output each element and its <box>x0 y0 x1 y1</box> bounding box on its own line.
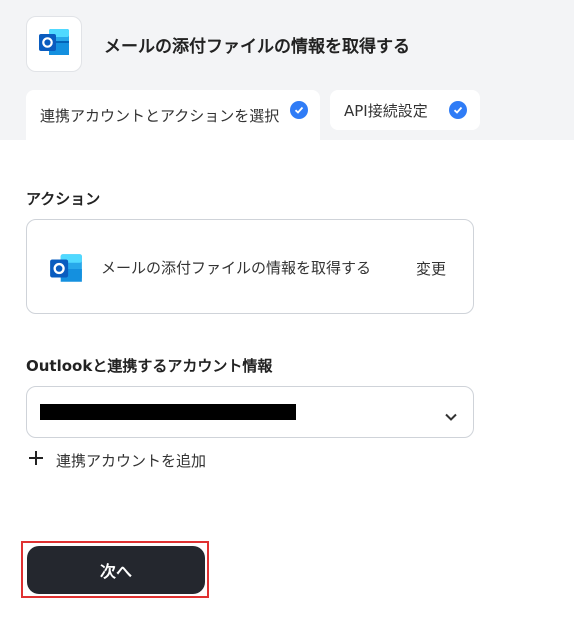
tab-account-action[interactable]: 連携アカウントとアクションを選択 <box>26 90 320 140</box>
next-button-highlight: 次へ <box>21 541 209 598</box>
account-section-label: Outlookと連携するアカウント情報 <box>26 357 273 375</box>
check-icon <box>449 101 467 119</box>
outlook-icon <box>37 25 71 63</box>
tab-api-settings[interactable]: API接続設定 <box>330 90 480 130</box>
tab-label: API接続設定 <box>344 101 428 120</box>
redacted-account-value <box>40 404 296 420</box>
plus-icon <box>28 450 44 470</box>
action-name: メールの添付ファイルの情報を取得する <box>101 259 372 277</box>
add-account-button[interactable]: 連携アカウントを追加 <box>28 448 206 472</box>
next-button[interactable]: 次へ <box>27 546 205 594</box>
check-icon <box>290 101 308 119</box>
outlook-icon <box>47 250 85 290</box>
tab-label: 連携アカウントとアクションを選択 <box>40 106 280 125</box>
add-account-label: 連携アカウントを追加 <box>56 451 207 470</box>
change-action-button[interactable]: 変更 <box>416 258 446 279</box>
account-select[interactable] <box>26 386 474 438</box>
action-section-label: アクション <box>26 190 101 208</box>
action-card: メールの添付ファイルの情報を取得する 変更 <box>26 219 474 314</box>
app-icon-box <box>26 16 82 72</box>
chevron-down-icon[interactable] <box>444 407 458 426</box>
page-title: メールの添付ファイルの情報を取得する <box>104 37 410 57</box>
